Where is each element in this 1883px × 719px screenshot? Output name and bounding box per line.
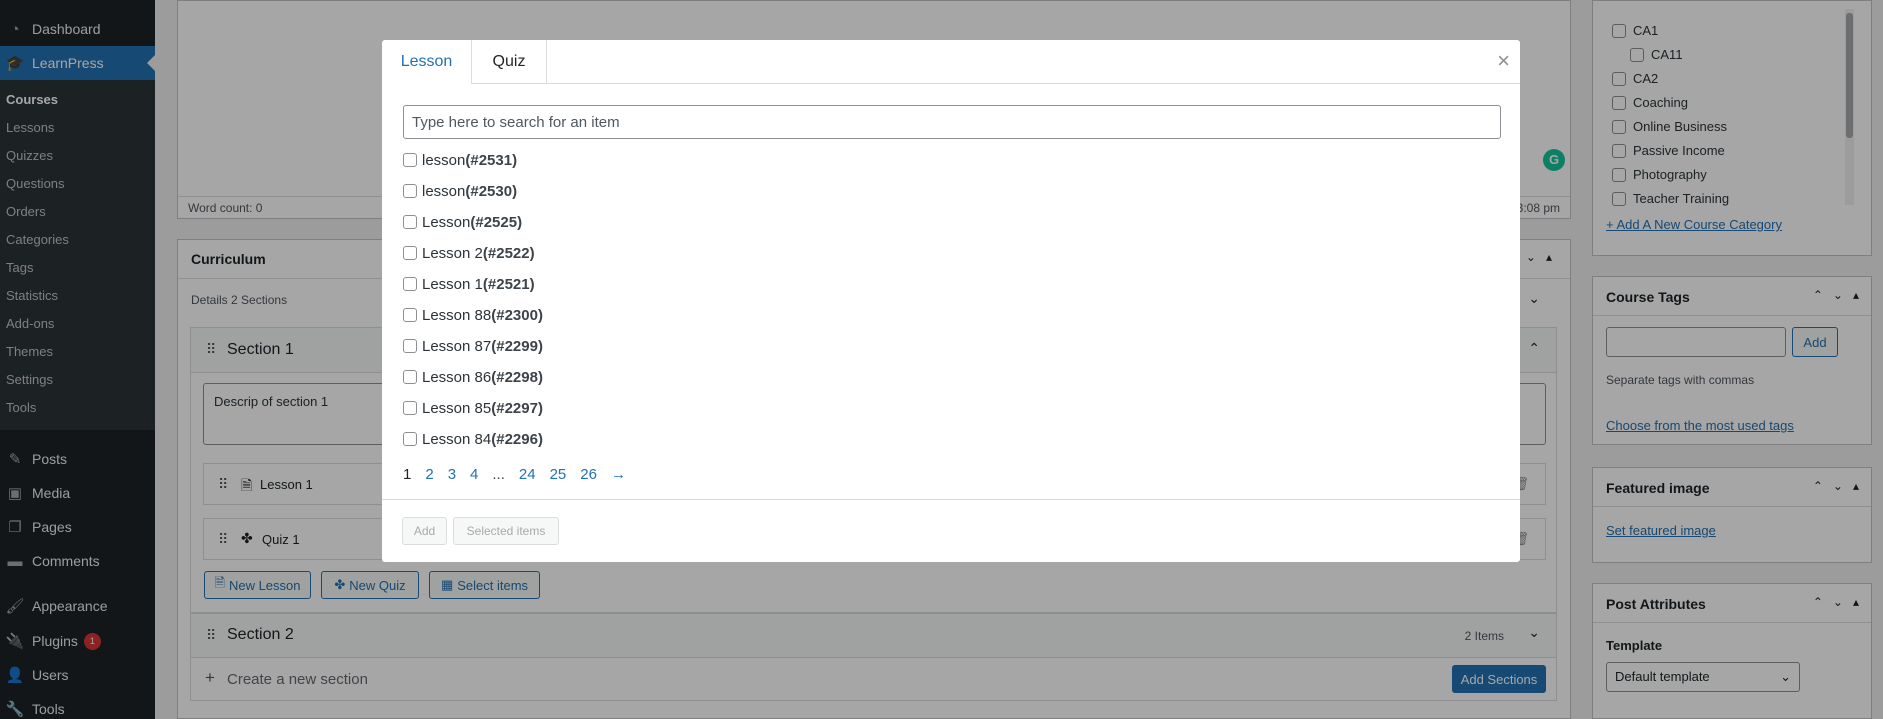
item-name: lesson <box>422 182 466 200</box>
item-checkbox[interactable] <box>403 401 417 415</box>
list-item[interactable]: Lesson 84 (#2296) <box>403 429 543 449</box>
list-item[interactable]: Lesson 88 (#2300) <box>403 305 543 325</box>
item-id: (#2299) <box>491 337 543 355</box>
item-name: Lesson 2 <box>422 244 483 262</box>
tab-lesson[interactable]: Lesson <box>382 40 471 85</box>
item-id: (#2525) <box>470 213 523 231</box>
item-checkbox[interactable] <box>403 370 417 384</box>
pagination: 1 2 3 4 ... 24 25 26 → <box>403 466 640 483</box>
item-id: (#2297) <box>491 399 543 417</box>
item-name: Lesson 84 <box>422 430 492 448</box>
item-name: Lesson 86 <box>422 368 492 386</box>
modal-tabs: Lesson Quiz × <box>382 40 1520 85</box>
select-items-modal: Lesson Quiz × lesson(#2531) lesson(#2530… <box>382 40 1520 562</box>
item-id: (#2530) <box>465 182 518 200</box>
list-item[interactable]: Lesson 1 (#2521) <box>403 274 535 294</box>
item-checkbox[interactable] <box>403 184 417 198</box>
page-3[interactable]: 3 <box>448 466 456 483</box>
item-name: Lesson 1 <box>422 275 483 293</box>
list-item[interactable]: Lesson 86 (#2298) <box>403 367 543 387</box>
item-checkbox[interactable] <box>403 215 417 229</box>
close-icon[interactable]: × <box>1497 50 1510 72</box>
list-item[interactable]: Lesson 2 (#2522) <box>403 243 535 263</box>
list-item[interactable]: Lesson (#2525) <box>403 212 522 232</box>
item-id: (#2298) <box>491 368 543 386</box>
item-id: (#2300) <box>491 306 543 324</box>
search-input[interactable] <box>403 105 1501 139</box>
list-item[interactable]: Lesson 85 (#2297) <box>403 398 543 418</box>
item-name: Lesson 85 <box>422 399 492 417</box>
item-name: Lesson <box>422 213 471 231</box>
item-id: (#2521) <box>482 275 535 293</box>
list-item[interactable]: Lesson 87 (#2299) <box>403 336 543 356</box>
item-checkbox[interactable] <box>403 432 417 446</box>
page-ellipsis: ... <box>492 466 505 483</box>
add-button[interactable]: Add <box>402 517 447 545</box>
item-id: (#2522) <box>482 244 535 262</box>
item-checkbox[interactable] <box>403 246 417 260</box>
item-name: Lesson 87 <box>422 337 492 355</box>
selected-items-button[interactable]: Selected items <box>453 517 559 545</box>
list-item[interactable]: lesson (#2531) <box>403 150 517 170</box>
item-name: Lesson 88 <box>422 306 492 324</box>
item-name: lesson <box>422 151 466 169</box>
next-page-arrow-icon[interactable]: → <box>611 466 626 483</box>
item-checkbox[interactable] <box>403 277 417 291</box>
page-4[interactable]: 4 <box>470 466 478 483</box>
item-id: (#2296) <box>491 430 543 448</box>
page-2[interactable]: 2 <box>425 466 433 483</box>
page-26[interactable]: 26 <box>580 466 597 483</box>
item-checkbox[interactable] <box>403 153 417 167</box>
page-24[interactable]: 24 <box>519 466 536 483</box>
item-id: (#2531) <box>465 151 518 169</box>
tab-separator <box>546 40 547 84</box>
page-25[interactable]: 25 <box>550 466 567 483</box>
modal-footer-divider <box>382 499 1520 500</box>
list-item[interactable]: lesson (#2530) <box>403 181 517 201</box>
item-checkbox[interactable] <box>403 339 417 353</box>
page-1[interactable]: 1 <box>403 466 411 483</box>
tab-quiz[interactable]: Quiz <box>472 40 546 84</box>
item-checkbox[interactable] <box>403 308 417 322</box>
